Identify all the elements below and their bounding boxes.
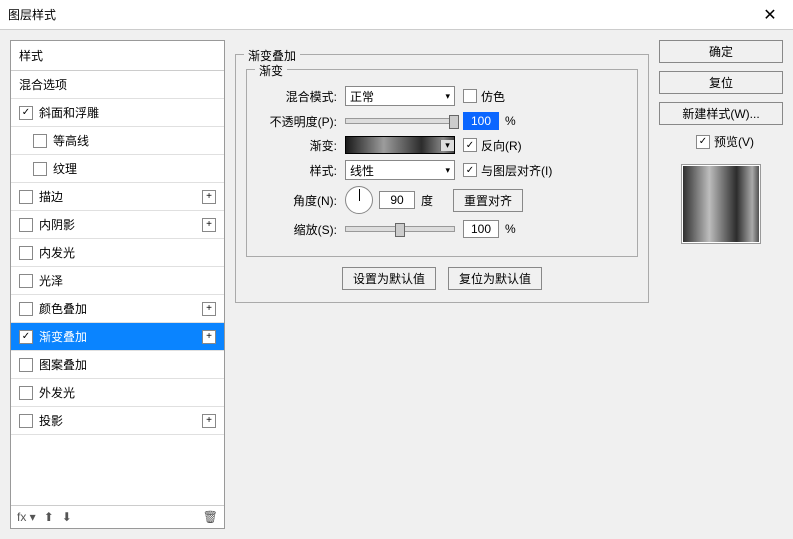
move-up-icon[interactable]: ⬆ [44,510,54,524]
blend-mode-label: 混合模式: [257,88,337,105]
align-label: 与图层对齐(I) [481,162,552,179]
blend-mode-select[interactable]: 正常▾ [345,86,455,106]
style-item-12[interactable]: 投影+ [11,407,224,435]
scale-slider[interactable] [345,226,455,232]
scale-input[interactable]: 100 [463,220,499,238]
add-instance-icon[interactable]: + [202,190,216,204]
style-item-label: 描边 [39,188,202,205]
style-checkbox[interactable] [19,302,33,316]
style-item-11[interactable]: 外发光 [11,379,224,407]
cancel-button[interactable]: 复位 [659,71,783,94]
gradient-label: 渐变: [257,137,337,154]
preview-label: 预览(V) [714,133,754,150]
dither-checkbox[interactable] [463,89,477,103]
add-instance-icon[interactable]: + [202,302,216,316]
fx-menu[interactable]: fx ▾ [17,510,36,524]
reset-default-button[interactable]: 复位为默认值 [448,267,542,290]
style-item-1[interactable]: 斜面和浮雕 [11,99,224,127]
style-item-8[interactable]: 颜色叠加+ [11,295,224,323]
style-item-9[interactable]: 渐变叠加+ [11,323,224,351]
style-label: 样式: [257,162,337,179]
style-item-label: 内发光 [39,244,216,261]
preview-swatch [681,164,761,244]
move-down-icon[interactable]: ⬇ [62,510,72,524]
style-checkbox[interactable] [19,358,33,372]
style-select[interactable]: 线性▾ [345,160,455,180]
opacity-label: 不透明度(P): [257,113,337,130]
scale-label: 缩放(S): [257,221,337,238]
style-item-3[interactable]: 纹理 [11,155,224,183]
chevron-down-icon: ▾ [440,140,454,151]
section-subtitle: 渐变 [255,62,287,79]
style-item-label: 光泽 [39,272,216,289]
preview-checkbox[interactable] [696,135,710,149]
ok-button[interactable]: 确定 [659,40,783,63]
style-checkbox[interactable] [19,190,33,204]
style-checkbox[interactable] [19,414,33,428]
style-item-6[interactable]: 内发光 [11,239,224,267]
gradient-picker[interactable]: ▾ [345,136,455,154]
add-instance-icon[interactable]: + [202,414,216,428]
opacity-unit: % [505,114,516,128]
style-checkbox[interactable] [19,274,33,288]
angle-input[interactable]: 90 [379,191,415,209]
new-style-button[interactable]: 新建样式(W)... [659,102,783,125]
style-checkbox[interactable] [19,246,33,260]
add-instance-icon[interactable]: + [202,218,216,232]
dither-label: 仿色 [481,88,505,105]
style-item-7[interactable]: 光泽 [11,267,224,295]
style-item-2[interactable]: 等高线 [11,127,224,155]
styles-header: 样式 [11,41,224,71]
angle-unit: 度 [421,192,433,209]
window-title: 图层样式 [8,6,755,23]
opacity-slider[interactable] [345,118,455,124]
close-button[interactable]: ✕ [755,5,785,25]
angle-label: 角度(N): [257,192,337,209]
style-item-10[interactable]: 图案叠加 [11,351,224,379]
style-item-label: 斜面和浮雕 [39,104,216,121]
style-checkbox[interactable] [19,106,33,120]
style-item-label: 等高线 [53,132,216,149]
style-checkbox[interactable] [19,218,33,232]
align-checkbox[interactable] [463,163,477,177]
style-item-label: 颜色叠加 [39,300,202,317]
style-checkbox[interactable] [33,134,47,148]
styles-panel: 样式 混合选项斜面和浮雕等高线纹理描边+内阴影+内发光光泽颜色叠加+渐变叠加+图… [10,40,225,529]
style-item-label: 图案叠加 [39,356,216,373]
style-checkbox[interactable] [19,386,33,400]
realign-button[interactable]: 重置对齐 [453,189,523,212]
style-item-label: 渐变叠加 [39,328,202,345]
chevron-down-icon: ▾ [445,165,450,176]
style-item-label: 内阴影 [39,216,202,233]
opacity-input[interactable]: 100 [463,112,499,130]
style-item-label: 投影 [39,412,202,429]
chevron-down-icon: ▾ [445,91,450,102]
style-item-4[interactable]: 描边+ [11,183,224,211]
style-item-0[interactable]: 混合选项 [11,71,224,99]
trash-icon[interactable]: 🗑 [203,510,218,524]
reverse-label: 反向(R) [481,137,522,154]
style-item-label: 混合选项 [19,76,216,93]
style-checkbox[interactable] [19,330,33,344]
make-default-button[interactable]: 设置为默认值 [342,267,436,290]
reverse-checkbox[interactable] [463,138,477,152]
scale-unit: % [505,222,516,236]
angle-dial[interactable] [345,186,373,214]
add-instance-icon[interactable]: + [202,330,216,344]
style-checkbox[interactable] [33,162,47,176]
style-item-5[interactable]: 内阴影+ [11,211,224,239]
style-item-label: 外发光 [39,384,216,401]
style-item-label: 纹理 [53,160,216,177]
